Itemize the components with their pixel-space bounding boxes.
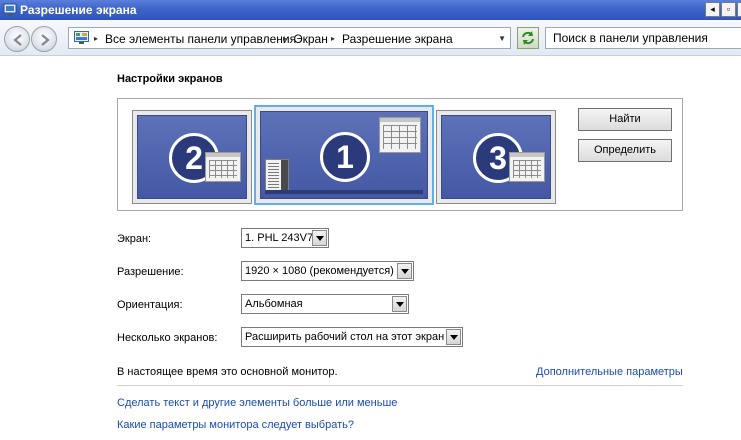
breadcrumb-arrow-icon[interactable]: ▸	[94, 32, 98, 46]
window-icon	[205, 152, 241, 182]
chevron-down-icon[interactable]	[397, 263, 412, 279]
multiple-displays-value: Расширить рабочий стол на этот экран	[245, 331, 445, 343]
resolution-select[interactable]: 1920 × 1080 (рекомендуется)	[241, 261, 414, 281]
address-bar: ▸ Все элементы панели управления ▸ Экран…	[0, 20, 741, 56]
monitor-3[interactable]: 3	[436, 110, 556, 204]
title-bar: Разрешение экрана ◂ ▫	[0, 0, 741, 20]
refresh-icon	[522, 31, 534, 45]
chevron-down-icon[interactable]	[392, 296, 407, 312]
advanced-settings-link[interactable]: Дополнительные параметры	[536, 366, 683, 378]
display-icon	[3, 3, 17, 16]
multiple-displays-select[interactable]: Расширить рабочий стол на этот экран	[241, 327, 463, 347]
chevron-down-icon[interactable]	[446, 329, 461, 345]
window-icon	[379, 117, 421, 153]
sidebar-window-icon	[265, 159, 289, 193]
breadcrumb-resolution[interactable]: Разрешение экрана	[342, 32, 453, 46]
forward-arrow-icon	[41, 34, 50, 46]
multiple-displays-label: Несколько экранов:	[117, 332, 218, 344]
back-arrow-icon	[13, 34, 22, 46]
window-icon	[509, 152, 545, 182]
breadcrumb-all-items[interactable]: Все элементы панели управления	[105, 32, 296, 46]
breadcrumb-arrow-icon[interactable]: ▸	[331, 32, 335, 46]
resolution-label: Разрешение:	[117, 266, 184, 278]
refresh-button[interactable]	[517, 27, 539, 49]
divider	[117, 385, 683, 386]
monitor-screen: 1	[260, 111, 428, 199]
back-button[interactable]	[4, 26, 30, 52]
forward-button[interactable]	[31, 26, 57, 52]
monitor-arrangement-panel: 2 1 3 Найти Определить	[117, 98, 683, 211]
find-button[interactable]: Найти	[578, 108, 672, 131]
monitor-1[interactable]: 1	[254, 105, 434, 205]
monitor-help-link[interactable]: Какие параметры монитора следует выбрать…	[117, 419, 354, 431]
monitor-number-badge: 1	[320, 132, 370, 182]
address-box[interactable]: ▸ Все элементы панели управления ▸ Экран…	[68, 27, 511, 49]
breadcrumb-arrow-icon[interactable]: ▸	[283, 32, 287, 46]
search-input[interactable]: Поиск в панели управления	[545, 27, 741, 49]
orientation-value: Альбомная	[245, 298, 303, 310]
breadcrumb-display[interactable]: Экран	[294, 32, 328, 46]
window-title: Разрешение экрана	[20, 3, 137, 17]
back-arrow-icon: ◂	[710, 4, 715, 14]
close-button[interactable]	[737, 2, 741, 17]
monitor-screen: 3	[441, 115, 551, 199]
maximize-button[interactable]: ▫	[721, 2, 736, 17]
monitor-2[interactable]: 2	[132, 110, 252, 204]
page-heading: Настройки экранов	[117, 73, 223, 85]
identify-button[interactable]: Определить	[578, 139, 672, 162]
address-dropdown-icon[interactable]: ▼	[498, 32, 506, 46]
monitor-screen: 2	[137, 115, 247, 199]
orientation-select[interactable]: Альбомная	[241, 294, 409, 314]
text-size-link[interactable]: Сделать текст и другие элементы больше и…	[117, 397, 397, 409]
restore-button[interactable]: ◂	[705, 2, 720, 17]
taskbar-strip	[265, 190, 423, 194]
display-label: Экран:	[117, 233, 152, 245]
display-value: 1. PHL 243V7	[245, 232, 314, 244]
orientation-label: Ориентация:	[117, 299, 183, 311]
resolution-value: 1920 × 1080 (рекомендуется)	[245, 265, 394, 277]
primary-monitor-status: В настоящее время это основной монитор.	[117, 366, 338, 378]
restore-icon: ▫	[726, 4, 731, 14]
control-panel-icon	[74, 31, 89, 44]
chevron-down-icon[interactable]	[312, 230, 327, 246]
display-select[interactable]: 1. PHL 243V7	[241, 228, 329, 248]
